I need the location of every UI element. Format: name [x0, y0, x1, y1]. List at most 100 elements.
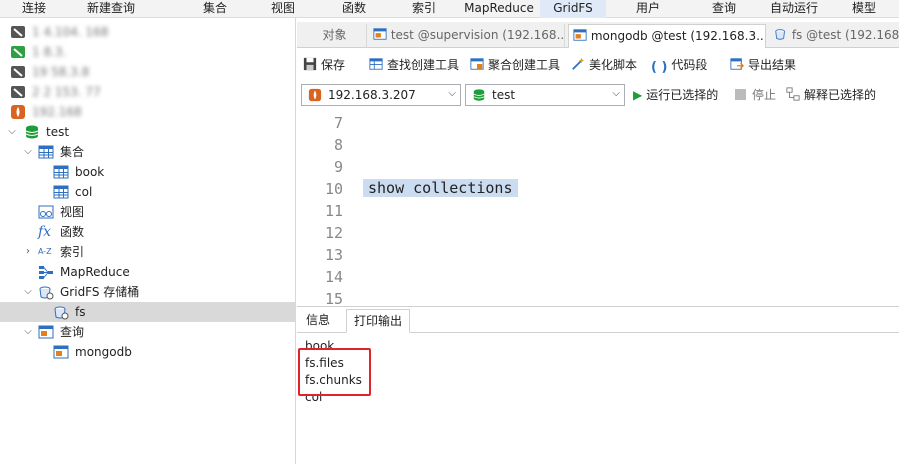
save-button[interactable]: 保存 — [303, 56, 345, 74]
tree-connection[interactable]: 2 2 153. 77 — [0, 82, 295, 102]
output-tabs: 信息 打印输出 — [297, 309, 899, 333]
menu-indexes[interactable]: 索引 — [404, 0, 444, 18]
database-select-value: test — [492, 88, 516, 102]
tab-label: fs @test (192.168.3 — [791, 28, 899, 42]
connection-label: 19 58.3.8 — [32, 65, 90, 79]
stop-button[interactable]: 停止 — [735, 86, 776, 104]
chevron-down-icon[interactable]: ⌵ — [22, 145, 34, 159]
connection-select[interactable]: 192.168.3.207 ⌵ — [301, 84, 461, 106]
tree-gridfs-fs[interactable]: fs — [0, 302, 295, 322]
mapreduce-icon — [39, 266, 53, 279]
tree-functions[interactable]: fx 函数 — [0, 222, 295, 242]
chevron-down-icon[interactable]: ⌵ — [22, 285, 34, 299]
line-number: 9 — [333, 158, 343, 176]
stop-label: 停止 — [752, 88, 777, 102]
menu-mapreduce[interactable]: MapReduce — [458, 0, 540, 18]
connection-label: 1 8.3. — [32, 45, 67, 59]
snippet-button[interactable]: ( ) 代码段 — [651, 56, 708, 75]
menu-functions[interactable]: 函数 — [334, 0, 374, 18]
aggregate-builder-button[interactable]: 聚合创建工具 — [470, 56, 560, 74]
menu-new-query[interactable]: 新建查询 — [80, 0, 142, 18]
functions-label: 函数 — [60, 225, 85, 239]
tree-collection-book[interactable]: book — [0, 162, 295, 182]
play-icon: ▶ — [633, 88, 643, 102]
tab-test-supervision[interactable]: test @supervision (192.168.... — [369, 24, 565, 48]
pane-divider[interactable] — [297, 306, 899, 307]
query-icon — [53, 345, 69, 359]
tree-gridfs[interactable]: ⌵ GridFS 存储桶 — [0, 282, 295, 302]
export-icon — [730, 58, 744, 70]
menu-collections[interactable]: 集合 — [195, 0, 235, 18]
selected-code[interactable]: show collections — [363, 179, 518, 197]
menu-autorun[interactable]: 自动运行 — [764, 0, 824, 18]
tab-label: 对象 — [322, 28, 347, 42]
query-icon — [38, 325, 54, 339]
tree-connection-active[interactable]: 192.168 — [0, 102, 295, 122]
tree-connection[interactable]: 19 58.3.8 — [0, 62, 295, 82]
chevron-down-icon[interactable]: ⌵ — [22, 325, 34, 339]
tab-fs-test[interactable]: fs @test (192.168.3 — [770, 24, 899, 48]
database-icon — [473, 89, 485, 101]
tab-info[interactable]: 信息 — [299, 309, 337, 333]
explain-icon — [786, 87, 800, 101]
chevron-down-icon[interactable]: ⌵ — [6, 125, 18, 139]
gridfs-bucket-icon — [54, 306, 69, 320]
menu-views[interactable]: 视图 — [263, 0, 303, 18]
line-number: 13 — [324, 246, 343, 264]
connection-icon — [11, 46, 25, 58]
connection-icon — [11, 26, 25, 38]
snippet-label: 代码段 — [671, 58, 708, 72]
chevron-right-icon[interactable]: › — [22, 245, 34, 259]
export-label: 导出结果 — [748, 58, 797, 72]
index-icon: A-Z — [38, 247, 52, 256]
tree-collections[interactable]: ⌵ 集合 — [0, 142, 295, 162]
run-selected-button[interactable]: ▶ 运行已选择的 — [633, 86, 718, 104]
query-icon — [573, 29, 587, 41]
view-icon — [38, 205, 54, 219]
aggregate-icon — [470, 58, 484, 70]
beautify-button[interactable]: 美化脚本 — [571, 56, 637, 74]
document-tabs: 对象 test @supervision (192.168.... mongod… — [297, 22, 899, 48]
tree-indexes[interactable]: › A-Z 索引 — [0, 242, 295, 262]
database-select[interactable]: test ⌵ — [465, 84, 625, 106]
table-builder-icon — [369, 58, 383, 70]
line-number: 8 — [333, 136, 343, 154]
menu-users[interactable]: 用户 — [626, 0, 670, 18]
table-icon — [38, 145, 54, 159]
tab-print-output[interactable]: 打印输出 — [346, 309, 411, 333]
tree-connection[interactable]: 1 8.3. — [0, 42, 295, 62]
menu-query[interactable]: 查询 — [700, 0, 748, 18]
table-icon — [53, 185, 69, 199]
menu-connect[interactable]: 连接 — [14, 0, 54, 18]
views-label: 视图 — [60, 205, 85, 219]
tree-query-mongodb[interactable]: mongodb — [0, 342, 295, 362]
print-output: book fs.files fs.chunks col — [297, 334, 899, 464]
find-builder-button[interactable]: 查找创建工具 — [369, 56, 459, 74]
tree-connection[interactable]: 1 4.104. 168 — [0, 22, 295, 42]
collection-label: col — [75, 185, 93, 199]
tree-views[interactable]: 视图 — [0, 202, 295, 222]
export-button[interactable]: 导出结果 — [730, 56, 796, 74]
tree-db-test[interactable]: ⌵ test — [0, 122, 295, 142]
chevron-down-icon: ⌵ — [448, 88, 456, 99]
query-toolbar: 保存 查找创建工具 聚合创建工具 美化脚本 ( ) 代码段 导出结果 — [297, 52, 899, 78]
tab-label: mongodb @test (192.168.3.... — [590, 29, 766, 43]
connection-icon — [11, 86, 25, 98]
save-label: 保存 — [321, 58, 346, 72]
tree-collection-col[interactable]: col — [0, 182, 295, 202]
aggregate-builder-label: 聚合创建工具 — [488, 58, 561, 72]
query-label: mongodb — [75, 345, 132, 359]
code-editor[interactable]: 7 8 9 10 11 12 13 14 15 show collections — [297, 110, 899, 306]
tab-objects[interactable]: 对象 — [303, 24, 367, 48]
function-icon: fx — [38, 224, 52, 240]
explain-selected-button[interactable]: 解释已选择的 — [786, 86, 876, 104]
tree-mapreduce[interactable]: MapReduce — [0, 262, 295, 282]
tree-queries[interactable]: ⌵ 查询 — [0, 322, 295, 342]
connection-icon — [11, 66, 25, 78]
menu-model[interactable]: 模型 — [842, 0, 886, 18]
tab-label: test @supervision (192.168.... — [390, 28, 565, 42]
menu-gridfs[interactable]: GridFS — [540, 0, 606, 18]
connection-label: 2 2 153. 77 — [32, 85, 101, 99]
collections-label: 集合 — [60, 145, 85, 159]
tab-mongodb-test[interactable]: mongodb @test (192.168.3.... — [568, 24, 766, 48]
